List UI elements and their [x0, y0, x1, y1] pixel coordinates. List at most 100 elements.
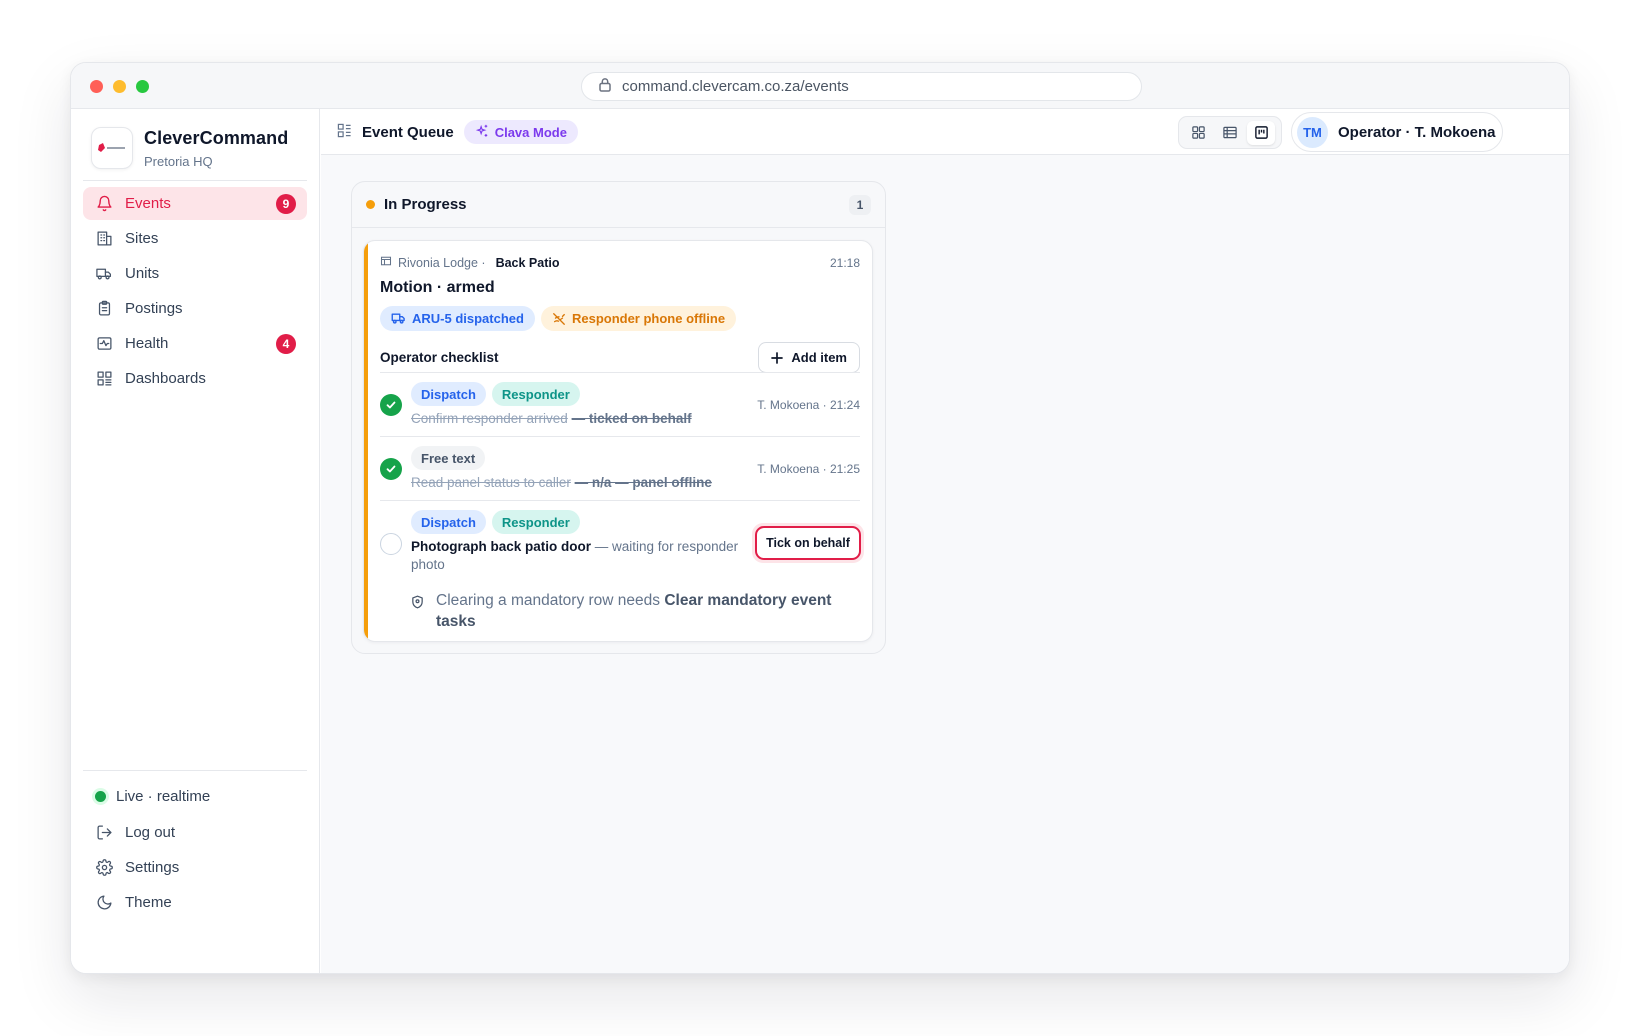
- sidebar-item-events[interactable]: Events 9: [83, 187, 307, 220]
- dispatch-tag: Dispatch: [411, 510, 486, 534]
- row-tags: Free text: [411, 446, 486, 470]
- operator-name: Operator · T. Mokoena: [1338, 123, 1496, 141]
- browser-titlebar: command.clevercam.co.za/events: [71, 63, 1569, 109]
- live-status-label: Live · realtime: [116, 788, 211, 805]
- tick-on-behalf-button[interactable]: Tick on behalf: [752, 523, 864, 563]
- sidebar-item-health[interactable]: Health 4: [83, 327, 307, 360]
- main-content: Event Queue Clava Mode TM Operator · T. …: [321, 109, 1569, 973]
- offline-chip: Responder phone offline: [540, 306, 737, 331]
- event-chips: ARU-5 dispatched Responder phone offline: [380, 306, 737, 331]
- tick-on-behalf-label: Tick on behalf: [755, 526, 861, 560]
- sidebar-item-sites[interactable]: Sites: [83, 222, 307, 255]
- settings-button[interactable]: Settings: [83, 851, 307, 884]
- sidebar-item-dashboards[interactable]: Dashboards: [83, 362, 307, 395]
- sidebar-item-label: Postings: [125, 300, 183, 317]
- responder-tag: Responder: [491, 382, 580, 406]
- clava-mode-label: Clava Mode: [494, 124, 567, 140]
- moon-icon: [95, 894, 113, 912]
- status-dot-icon: [366, 200, 375, 209]
- live-status: Live · realtime: [83, 780, 307, 813]
- site-name: Rivonia Lodge ·: [398, 255, 486, 270]
- responder-tag: Responder: [491, 510, 580, 534]
- sidebar-item-label: Units: [125, 265, 160, 282]
- sparkle-icon: [475, 124, 489, 141]
- dispatch-chip: ARU-5 dispatched: [380, 306, 535, 331]
- operator-menu[interactable]: TM Operator · T. Mokoena: [1291, 112, 1503, 152]
- events-count-badge: 9: [276, 194, 296, 214]
- close-window-button[interactable]: [90, 80, 103, 93]
- task-suffix: — ticked on behalf: [571, 411, 692, 426]
- column-count: 1: [849, 195, 871, 215]
- sidebar-item-units[interactable]: Units: [83, 257, 307, 290]
- settings-label: Settings: [125, 859, 180, 876]
- checked-icon[interactable]: [380, 458, 402, 480]
- row-tags: Dispatch Responder: [411, 382, 580, 406]
- brand-logo: [91, 127, 133, 169]
- add-item-button[interactable]: Add item: [758, 342, 860, 373]
- theme-label: Theme: [125, 894, 172, 911]
- divider: [83, 770, 307, 771]
- task-text: Read panel status to caller: [411, 475, 571, 490]
- checklist-header: Operator checklist Add item: [380, 341, 860, 374]
- board-view-icon: [1254, 126, 1268, 139]
- sidebar-item-label: Dashboards: [125, 370, 206, 387]
- brand-location: Pretoria HQ: [144, 153, 213, 169]
- topbar: Event Queue Clava Mode TM Operator · T. …: [321, 109, 1569, 155]
- grid-icon: [95, 370, 113, 388]
- sidebar-item-postings[interactable]: Postings: [83, 292, 307, 325]
- building-icon: [95, 230, 113, 248]
- logout-button[interactable]: Log out: [83, 816, 307, 849]
- clava-mode-badge[interactable]: Clava Mode: [463, 120, 578, 144]
- checked-icon[interactable]: [380, 394, 402, 416]
- live-dot-icon: [95, 791, 106, 802]
- event-card[interactable]: Rivonia Lodge · Back Patio 21:18 Motion …: [363, 240, 873, 642]
- view-toggle: [1178, 116, 1282, 149]
- sidebar-item-label: Sites: [125, 230, 159, 247]
- free-text-tag: Free text: [411, 446, 486, 470]
- checklist-row: Dispatch Responder Photograph back patio…: [380, 500, 864, 641]
- note-prefix: Clearing a mandatory row needs: [436, 592, 661, 609]
- sidebar-item-label: Health: [125, 335, 169, 352]
- column-in-progress: In Progress 1 Rivonia Lodge · Back Patio…: [351, 181, 886, 654]
- checklist-row: Free text Read panel status to caller — …: [380, 436, 860, 500]
- grid-view-button[interactable]: [1185, 121, 1213, 145]
- no-signal-icon: [553, 312, 565, 325]
- truck-icon: [391, 313, 405, 324]
- shield-icon: [411, 590, 424, 632]
- row-tags: Dispatch Responder: [411, 510, 580, 534]
- note-text: Clearing a mandatory row needs Clear man…: [436, 590, 850, 632]
- checklist-row: Dispatch Responder Confirm responder arr…: [380, 372, 860, 436]
- permission-note: Clearing a mandatory row needs Clear man…: [411, 590, 850, 632]
- column-title: In Progress: [384, 196, 467, 213]
- minimize-window-button[interactable]: [113, 80, 126, 93]
- site-icon: [380, 255, 392, 270]
- sidebar-footer: Live · realtime Log out Settings Theme: [83, 780, 307, 921]
- board-view-button[interactable]: [1247, 120, 1276, 145]
- dispatch-tag: Dispatch: [411, 382, 486, 406]
- logout-icon: [95, 824, 113, 842]
- row-ticked-by: T. Mokoena · 21:24: [757, 398, 860, 412]
- priority-bar: [364, 241, 368, 641]
- task-text: Confirm responder arrived: [411, 411, 568, 426]
- grid-view-icon: [1192, 126, 1205, 139]
- sidebar-item-label: Events: [125, 195, 171, 212]
- row-text: Confirm responder arrived — ticked on be…: [411, 410, 692, 428]
- maximize-window-button[interactable]: [136, 80, 149, 93]
- row-text: Photograph back patio door — waiting for…: [411, 538, 751, 574]
- truck-icon: [95, 265, 113, 283]
- table-view-button[interactable]: [1216, 121, 1244, 145]
- url-text: command.clevercam.co.za/events: [622, 78, 849, 95]
- plus-icon: [771, 351, 784, 364]
- page-header: Event Queue Clava Mode: [337, 109, 578, 155]
- theme-button[interactable]: Theme: [83, 886, 307, 919]
- bell-icon: [95, 195, 113, 213]
- logout-label: Log out: [125, 824, 176, 841]
- lock-icon: [598, 77, 612, 96]
- clipboard-icon: [95, 300, 113, 318]
- unchecked-icon[interactable]: [380, 533, 402, 555]
- address-bar[interactable]: command.clevercam.co.za/events: [581, 72, 1142, 101]
- row-ticked-by: T. Mokoena · 21:25: [757, 462, 860, 476]
- row-text: Read panel status to caller — n/a — pane…: [411, 474, 712, 492]
- event-title: Motion · armed: [380, 279, 495, 296]
- avatar: TM: [1297, 116, 1328, 148]
